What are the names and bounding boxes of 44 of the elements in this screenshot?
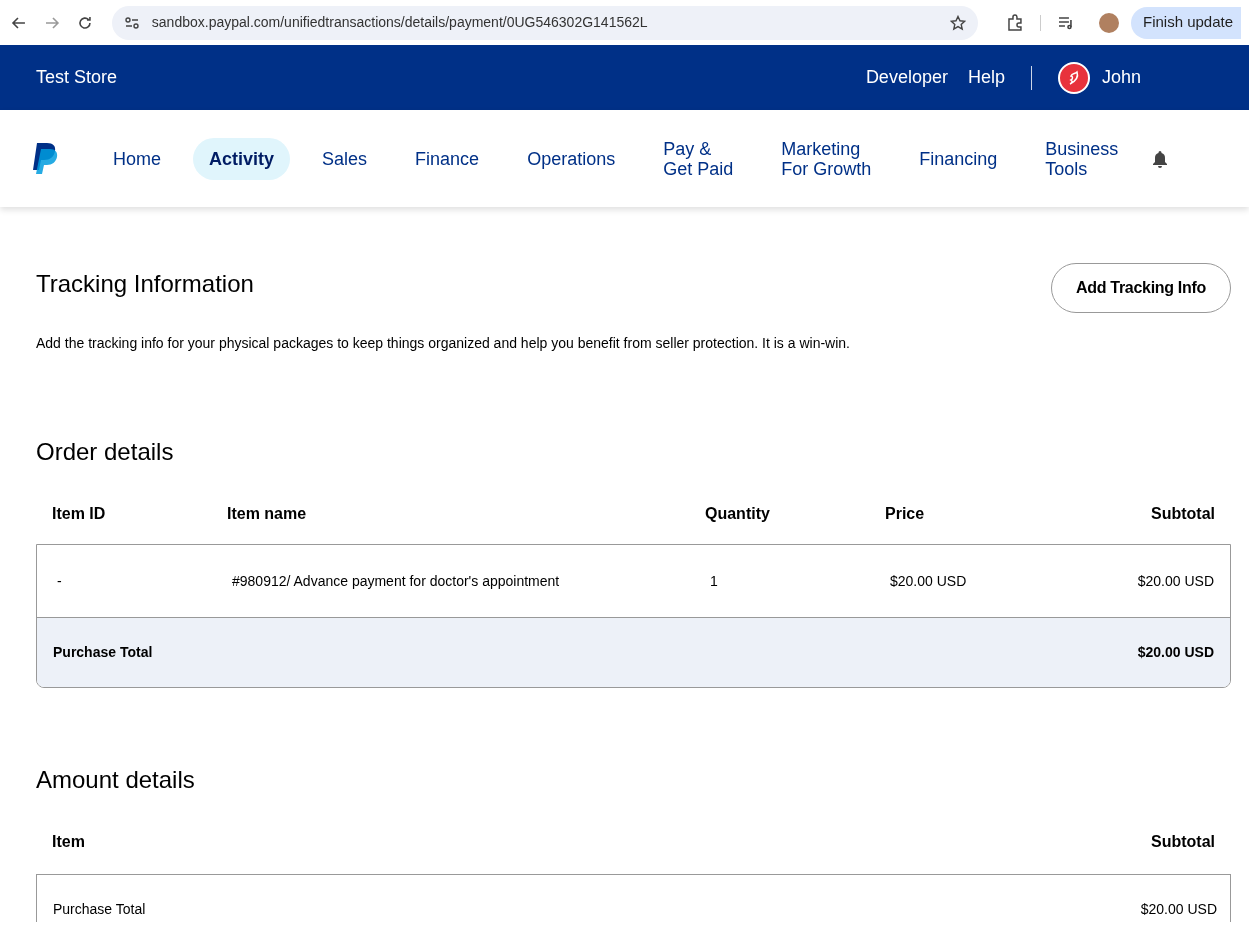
table-cell-text: - xyxy=(56,571,63,591)
paypal-logo[interactable] xyxy=(32,143,58,174)
url-text: sandbox.paypal.com/unifiedtransactions/details/payment/0UG546302G141562L xyxy=(151,13,649,32)
column-header: Subtotal xyxy=(1151,832,1215,852)
nav-tab[interactable]: Financing xyxy=(903,137,1014,180)
nav-tab[interactable]: Pay & Get Paid xyxy=(647,127,750,190)
nav-tab[interactable]: Marketing For Growth xyxy=(765,127,888,190)
table-cell-text: $20.00 USD xyxy=(1136,571,1214,591)
tracking-description: Add the tracking info for your physical packages to keep things organized and help you benefit from seller protection. It is a win-win. xyxy=(36,334,851,353)
store-name: Test Store xyxy=(36,66,118,89)
avatar-icon[interactable] xyxy=(1057,61,1090,94)
table-cell-text: #980912/ Advance payment for doctor's appointment xyxy=(231,571,561,591)
site-settings-icon[interactable] xyxy=(123,14,140,31)
section-title: Tracking Information xyxy=(36,269,255,299)
address-bar[interactable]: sandbox.paypal.com/unifiedtransactions/details/payment/0UG546302G141562L xyxy=(111,5,979,40)
column-header: Item name xyxy=(227,504,308,524)
table-cell-text: Purchase Total xyxy=(53,900,146,919)
table-cell-text: $20.00 USD xyxy=(1140,900,1217,919)
nav-tab[interactable]: Activity xyxy=(193,137,291,180)
column-header: Quantity xyxy=(705,504,771,524)
profile-avatar[interactable] xyxy=(1099,12,1119,33)
header-link[interactable]: Help xyxy=(967,64,1005,91)
nav-tab[interactable]: Business Tools xyxy=(1029,127,1135,190)
total-label: Purchase Total xyxy=(53,643,153,662)
nav-tab[interactable]: Sales xyxy=(306,137,384,180)
table-cell-text: 1 xyxy=(709,571,719,591)
nav-tab[interactable]: Finance xyxy=(399,137,496,180)
forward-icon[interactable] xyxy=(43,14,60,31)
column-header: Price xyxy=(885,504,926,524)
header-link[interactable]: Developer xyxy=(865,64,948,91)
section-title: Amount details xyxy=(36,765,196,795)
finish-update-button[interactable]: Finish update xyxy=(1130,6,1242,39)
nav-tab[interactable]: Home xyxy=(97,137,177,180)
user-name[interactable]: John xyxy=(1101,64,1141,91)
total-value: $20.00 USD xyxy=(1137,643,1214,662)
bookmark-star-icon[interactable] xyxy=(950,14,967,31)
column-header: Item xyxy=(52,832,85,852)
extensions-icon[interactable] xyxy=(1006,13,1025,32)
column-header: Subtotal xyxy=(1150,504,1215,524)
nav-tab[interactable]: Operations xyxy=(511,137,632,180)
column-header: Item ID xyxy=(52,504,107,524)
reload-icon[interactable] xyxy=(76,14,93,31)
section-title: Order details xyxy=(36,437,175,467)
table-cell-text: $20.00 USD xyxy=(889,571,968,591)
